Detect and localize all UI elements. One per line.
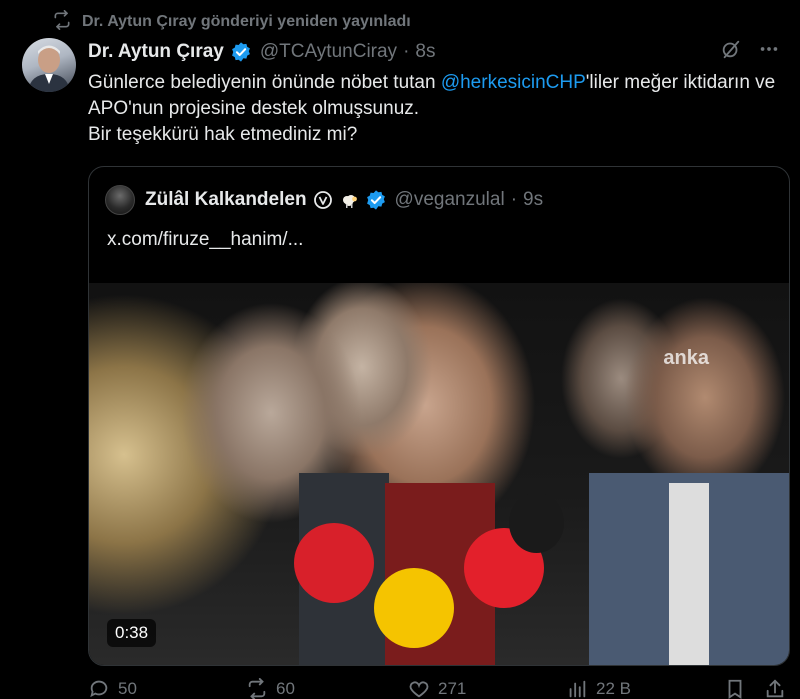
views-count: 22 B [596, 679, 631, 698]
separator-dot: · [510, 189, 518, 210]
header-actions [720, 38, 780, 66]
quote-author-handle[interactable]: @veganzulal [395, 189, 505, 211]
repost-icon [248, 678, 266, 699]
quote-header: Zülâl Kalkandelen @veganzulal · 9s [105, 185, 543, 215]
tweet-header: Dr. Aytun Çıray @TCAytunCiray · 8s [88, 38, 780, 66]
views-icon [569, 680, 586, 698]
action-bar: 50 60 271 22 B [88, 678, 788, 699]
tweet-text: Günlerce belediyenin önünde nöbet tutan … [88, 70, 778, 148]
reply-count: 50 [118, 679, 137, 698]
tweet-text-part1: Günlerce belediyenin önünde nöbet tutan [88, 72, 441, 93]
microphone [294, 523, 374, 603]
video-scene [669, 483, 709, 665]
verified-badge-icon [366, 190, 385, 210]
author-name[interactable]: Dr. Aytun Çıray [88, 41, 224, 63]
microphone [509, 493, 564, 553]
tweet-text-line3: Bir teşekkürü hak etmediniz mi? [88, 124, 358, 145]
separator-dot: · [403, 41, 410, 62]
post-time[interactable]: 8s [415, 41, 435, 63]
share-icon [766, 679, 784, 698]
like-button[interactable]: 271 [408, 678, 466, 699]
video-timer: 0:38 [107, 619, 157, 647]
author-handle[interactable]: @TCAytunCiray [260, 41, 397, 63]
repost-text: Dr. Aytun Çıray gönderiyi yeniden yayınl… [82, 13, 411, 30]
reply-button[interactable]: 50 [88, 678, 137, 699]
more-icon[interactable] [758, 38, 780, 66]
reply-icon [90, 680, 108, 698]
quote-avatar[interactable] [105, 185, 135, 215]
quote-time[interactable]: 9s [523, 189, 543, 211]
share-button[interactable] [764, 678, 786, 699]
like-count: 271 [438, 679, 467, 698]
sheep-icon [342, 195, 357, 208]
bookmark-icon [728, 679, 742, 699]
bookmark-button[interactable] [724, 678, 746, 699]
post-page: Dr. Aytun Çıray gönderiyi yeniden yayınl… [0, 0, 800, 699]
quoted-post[interactable]: Zülâl Kalkandelen @veganzulal · 9s x.com… [88, 166, 790, 666]
video-player[interactable]: anka 0:38 [89, 283, 789, 665]
author-avatar[interactable] [22, 38, 76, 92]
quote-link[interactable]: x.com/firuze__hanim/... [107, 229, 303, 251]
microphone [374, 568, 454, 648]
repost-count: 60 [276, 679, 295, 698]
mention-link[interactable]: @herkesicinCHP [441, 72, 586, 93]
repost-banner[interactable]: Dr. Aytun Çıray gönderiyi yeniden yayınl… [52, 9, 411, 35]
repost-icon [52, 9, 72, 35]
views-button[interactable]: 22 B [566, 678, 631, 699]
circled-v-icon [313, 191, 332, 209]
verified-badge-icon [231, 42, 250, 62]
grok-icon[interactable] [720, 38, 742, 66]
quote-author-name[interactable]: Zülâl Kalkandelen [145, 189, 307, 211]
video-watermark: anka [663, 347, 709, 369]
heart-icon [409, 681, 429, 698]
repost-button[interactable]: 60 [246, 678, 295, 699]
